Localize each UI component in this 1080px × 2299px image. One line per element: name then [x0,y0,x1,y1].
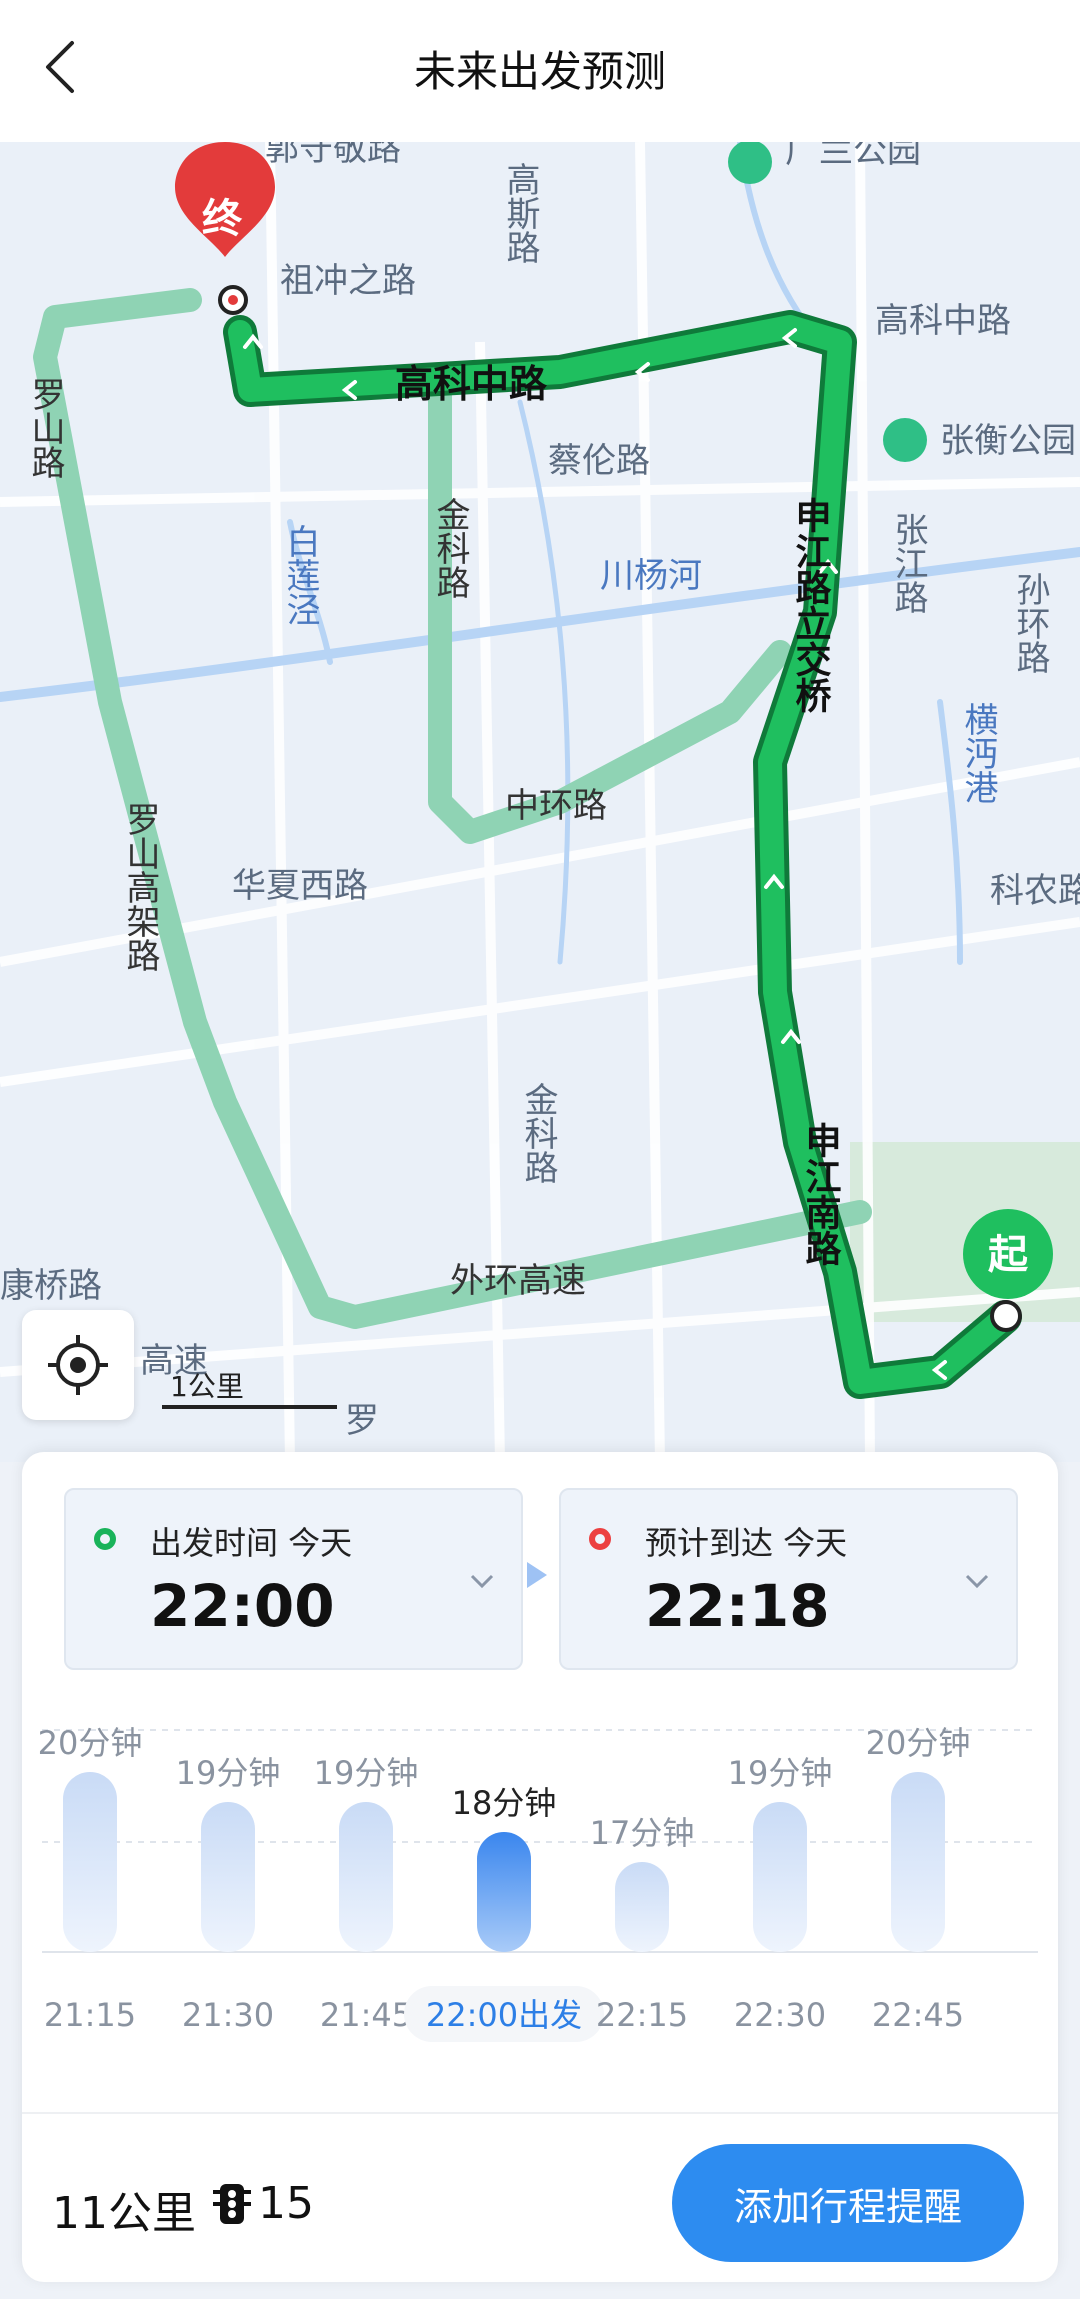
scale-label: 1公里 [170,1370,244,1403]
time-tick-label[interactable]: 21:45 [320,1996,412,2034]
road-label: 罗山路 [25,377,65,479]
end-marker[interactable]: 终 [175,142,275,315]
road-label: 罗山高架路 [120,802,160,972]
time-tick-label[interactable]: 22:15 [596,1996,688,2034]
time-tick-label[interactable]: 22:00出发 [426,1996,582,2034]
road-label: 张衡公园 [940,421,1076,461]
road-label: 外环高速 [450,1261,586,1301]
top-bar: 未来出发预测 [0,0,1080,142]
depart-time: 22:00 [150,1572,335,1640]
depart-dot-icon [94,1528,116,1550]
road-label: 罗 [345,1401,379,1441]
route-distance: 11公里 [52,2188,196,2239]
arrow-right-icon [527,1562,547,1588]
arrive-time-selector[interactable]: 预计到达 今天 22:18 [559,1488,1018,1670]
divider [22,2112,1058,2114]
arrive-time: 22:18 [645,1572,830,1640]
duration-bar[interactable] [201,1802,255,1952]
road-label: 张江路 [888,512,928,614]
duration-value-label: 20分钟 [38,1724,143,1762]
duration-bar[interactable] [477,1832,531,1952]
add-trip-reminder-button[interactable]: 添加行程提醒 [672,2144,1024,2262]
route-map[interactable]: 郭守敬路 高斯路 广兰公园 祖冲之路 高科中路 高科中路 张衡公园 蔡伦路 罗山… [0,142,1080,1462]
end-marker-label: 终 [202,196,243,242]
road-label: 高科中路 [875,301,1011,341]
traffic-lights: 15 [212,2178,314,2229]
time-tick-label[interactable]: 22:45 [872,1996,964,2034]
road-label: 康桥路 [0,1266,102,1306]
road-label: 横沔港 [958,702,998,804]
road-label: 郭守敬路 [265,142,401,169]
road-label: 蔡伦路 [548,441,650,481]
park-icon [728,142,772,184]
road-label: 金科路 [518,1082,558,1184]
time-tick-label[interactable]: 21:30 [182,1996,274,2034]
duration-value-label: 18分钟 [452,1784,557,1822]
prediction-panel: 出发时间 今天 22:00 预计到达 今天 22:18 20分钟 21:15 1… [22,1452,1058,2282]
duration-chart-svg: 20分钟 21:15 19分钟 21:30 19分钟 21:45 18分钟 22:00出发 17… [38,1724,1038,2042]
depart-label: 出发时间 今天 [150,1524,353,1562]
road-label: 金科路 [430,497,470,599]
duration-bar[interactable] [339,1802,393,1952]
road-label: 高斯路 [500,162,540,264]
duration-bar[interactable] [753,1802,807,1952]
map-canvas: 郭守敬路 高斯路 广兰公园 祖冲之路 高科中路 高科中路 张衡公园 蔡伦路 罗山… [0,142,1080,1462]
road-label: 白莲泾 [280,524,320,626]
road-label: 高科中路 [395,362,548,406]
map-scale: 1公里 [162,1365,337,1413]
time-tick-label[interactable]: 22:30 [734,1996,826,2034]
road-label: 祖冲之路 [280,261,416,301]
traffic-light-count: 15 [258,2178,314,2229]
road-label: 孙环路 [1010,572,1050,674]
time-tick-label[interactable]: 21:15 [44,1996,136,2034]
duration-bar[interactable] [615,1862,669,1952]
duration-value-label: 19分钟 [176,1754,281,1792]
road-label: 川杨河 [600,556,702,596]
duration-value-label: 20分钟 [866,1724,971,1762]
park-icon [883,418,927,462]
road-label: 申江路立交桥 [790,497,832,713]
scale-bar [162,1405,337,1409]
road-label: 申江南路 [800,1122,842,1266]
start-marker-label: 起 [988,1232,1029,1278]
duration-bar[interactable] [891,1772,945,1952]
locate-button[interactable] [22,1310,134,1420]
duration-value-label: 19分钟 [314,1754,419,1792]
chevron-down-icon [965,1574,989,1589]
arrive-label: 预计到达 今天 [645,1524,848,1562]
depart-time-selector[interactable]: 出发时间 今天 22:00 [64,1488,523,1670]
traffic-light-icon [213,2183,251,2224]
duration-value-label: 19分钟 [728,1754,833,1792]
duration-bar[interactable] [63,1772,117,1952]
crosshair-icon [48,1335,108,1395]
duration-chart[interactable]: 20分钟 21:15 19分钟 21:30 19分钟 21:45 18分钟 22:00出发 17… [22,1702,1058,2082]
arrive-dot-icon [589,1528,611,1550]
chevron-down-icon [470,1574,494,1589]
road-label: 广兰公园 [785,142,921,171]
road-label: 科农路 [990,871,1080,911]
road-label: 华夏西路 [232,866,368,906]
road-label: 中环路 [505,786,607,826]
duration-value-label: 17分钟 [590,1814,695,1852]
page-title: 未来出发预测 [413,47,666,96]
